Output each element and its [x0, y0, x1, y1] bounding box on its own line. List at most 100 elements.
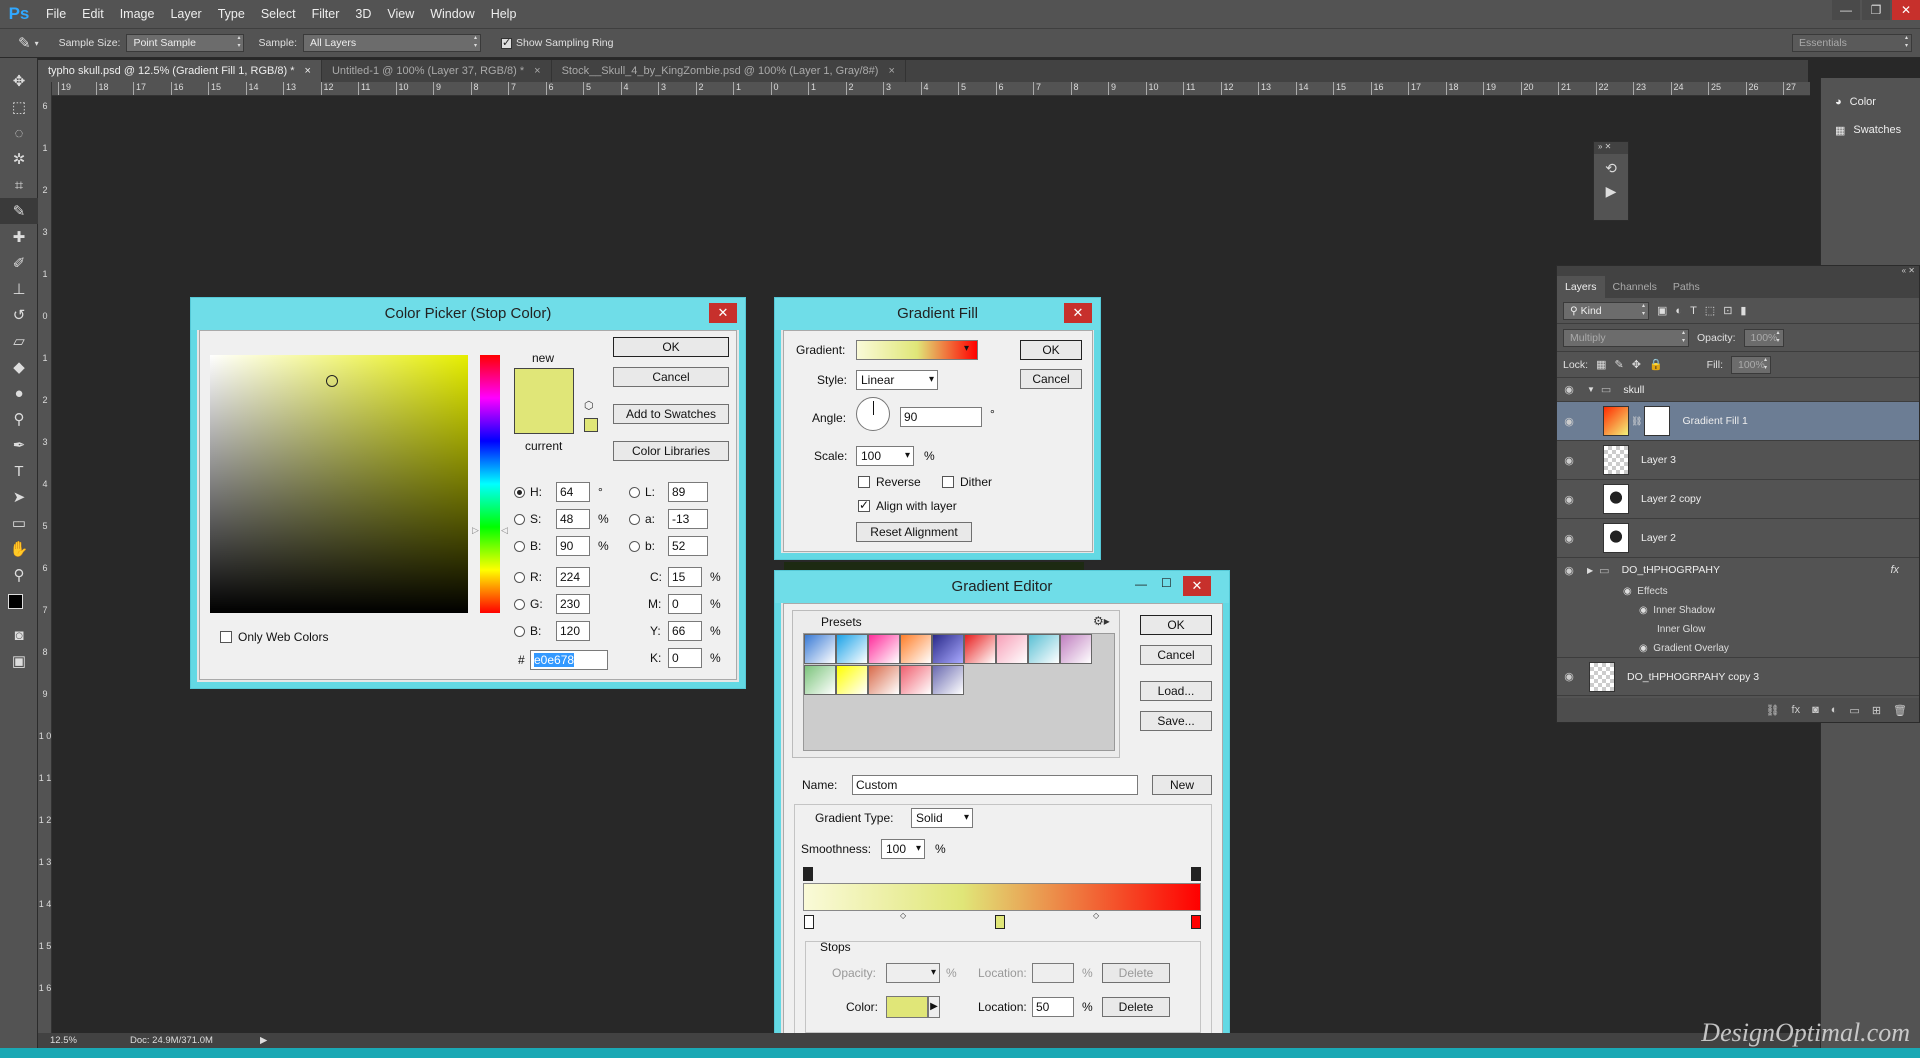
workspace-select[interactable]: Essentials	[1792, 34, 1912, 52]
history-brush-icon[interactable]: ↺	[0, 302, 38, 328]
crop-tool-icon[interactable]: ⌗	[0, 172, 38, 198]
dock-color[interactable]: ◕ Color	[1821, 88, 1920, 116]
reverse-checkbox[interactable]	[858, 476, 870, 488]
new-group-icon[interactable]: ▭	[1849, 704, 1859, 717]
sample-select[interactable]: All Layers	[303, 34, 481, 52]
preset-swatch[interactable]	[900, 665, 932, 695]
paint-bucket-icon[interactable]: ◆	[0, 354, 38, 380]
stamp-tool-icon[interactable]: ⊥	[0, 276, 38, 302]
saturation-input[interactable]: 48	[556, 509, 590, 529]
preset-swatch[interactable]	[932, 665, 964, 695]
eraser-tool-icon[interactable]: ▱	[0, 328, 38, 354]
document-tab[interactable]: Stock__Skull_4_by_KingZombie.psd @ 100% …	[551, 60, 906, 82]
green-input[interactable]: 230	[556, 594, 590, 614]
layer-item[interactable]: ◉ DO_tHPHOGRPAHY copy 3	[1557, 658, 1919, 696]
color-location-input[interactable]: 50	[1032, 997, 1074, 1017]
hue-input[interactable]: 64	[556, 482, 590, 502]
healing-brush-icon[interactable]: ✚	[0, 224, 38, 250]
zoom-level[interactable]: 12.5%	[50, 1035, 110, 1046]
opacity-location-input[interactable]	[1032, 963, 1074, 983]
type-filter-icon[interactable]: T	[1690, 305, 1697, 317]
dodge-tool-icon[interactable]: ⚲	[0, 406, 38, 432]
eye-icon[interactable]: ◉	[1639, 605, 1653, 616]
chevron-down-icon[interactable]: ▾	[35, 39, 39, 48]
cancel-button[interactable]: Cancel	[1140, 645, 1212, 665]
menu-file[interactable]: File	[38, 0, 74, 28]
quick-mask-icon[interactable]: ◙	[0, 622, 38, 648]
delete-color-stop-button[interactable]: Delete	[1102, 997, 1170, 1017]
menu-3d[interactable]: 3D	[347, 0, 379, 28]
close-icon[interactable]: ✕	[709, 303, 737, 323]
cancel-button[interactable]: Cancel	[613, 367, 729, 387]
preset-swatch[interactable]	[900, 634, 932, 664]
style-select[interactable]: Linear	[856, 370, 938, 390]
hue-marker-icon[interactable]: ◁	[501, 525, 508, 536]
new-layer-icon[interactable]: ⊞	[1872, 704, 1881, 717]
document-tab[interactable]: Untitled-1 @ 100% (Layer 37, RGB/8) * ×	[321, 60, 552, 82]
eyedropper-icon[interactable]: ✎	[18, 34, 31, 52]
ok-button[interactable]: OK	[613, 337, 729, 357]
kind-filter[interactable]: ⚲ Kind	[1563, 301, 1649, 320]
color-target-icon[interactable]	[326, 375, 338, 387]
lock-paint-icon[interactable]: ✎	[1615, 358, 1624, 371]
fill-field[interactable]: 100%	[1731, 355, 1771, 374]
layer-item[interactable]: ◉ Layer 2	[1557, 519, 1919, 558]
delete-opacity-stop-button[interactable]: Delete	[1102, 963, 1170, 983]
lab-b-input[interactable]: 52	[668, 536, 708, 556]
preset-swatch[interactable]	[868, 665, 900, 695]
brightness-input[interactable]: 90	[556, 536, 590, 556]
h-radio[interactable]	[514, 487, 525, 498]
dock-swatches[interactable]: ▦ Swatches	[1821, 116, 1920, 144]
ok-button[interactable]: OK	[1140, 615, 1212, 635]
eye-icon[interactable]: ◉	[1557, 415, 1581, 428]
l-input[interactable]: 89	[668, 482, 708, 502]
midpoint-icon[interactable]: ◇	[900, 911, 906, 920]
l-radio[interactable]	[629, 487, 640, 498]
foreground-color[interactable]	[8, 594, 23, 609]
history-icon[interactable]: ⟲	[1594, 160, 1628, 177]
eye-icon[interactable]: ◉	[1557, 670, 1581, 683]
only-web-colors-checkbox[interactable]	[220, 631, 232, 643]
menu-filter[interactable]: Filter	[304, 0, 348, 28]
effect-inner-glow[interactable]: Inner Glow	[1557, 620, 1919, 639]
preset-swatch[interactable]	[804, 665, 836, 695]
hue-marker-icon[interactable]: ▷	[472, 525, 479, 536]
menu-select[interactable]: Select	[253, 0, 304, 28]
chevron-down-icon[interactable]: ▾	[964, 343, 969, 354]
path-select-icon[interactable]: ➤	[0, 484, 38, 510]
save-button[interactable]: Save...	[1140, 711, 1212, 731]
tab-layers[interactable]: Layers	[1557, 276, 1605, 298]
effect-gradient-overlay[interactable]: ◉ Gradient Overlay	[1557, 639, 1919, 658]
gradient-swatch[interactable]	[856, 340, 978, 360]
hand-tool-icon[interactable]: ✋	[0, 536, 38, 562]
smoothness-input[interactable]: 100	[881, 839, 925, 859]
rectangle-tool-icon[interactable]: ▭	[0, 510, 38, 536]
tab-close-icon[interactable]: ×	[888, 60, 894, 82]
reset-alignment-button[interactable]: Reset Alignment	[856, 522, 972, 542]
magic-wand-icon[interactable]: ✲	[0, 146, 38, 172]
a-radio[interactable]	[629, 514, 640, 525]
link-layers-icon[interactable]: ⛓	[1766, 704, 1780, 717]
fx-icon[interactable]: fx	[1890, 564, 1899, 576]
play-icon[interactable]: ▶	[928, 996, 940, 1018]
tab-close-icon[interactable]: ×	[534, 60, 540, 82]
eye-icon[interactable]: ◉	[1639, 643, 1653, 654]
black-input[interactable]: 0	[668, 648, 702, 668]
eye-icon[interactable]: ◉	[1557, 532, 1581, 545]
stop-opacity-input[interactable]	[886, 963, 940, 983]
lock-position-icon[interactable]: ✥	[1632, 358, 1641, 371]
brush-tool-icon[interactable]: ✐	[0, 250, 38, 276]
preset-swatch[interactable]	[1028, 634, 1060, 664]
angle-input[interactable]: 90	[900, 407, 982, 427]
expand-icon[interactable]: ▼	[1587, 385, 1595, 394]
eye-icon[interactable]: ◉	[1557, 383, 1581, 396]
image-filter-icon[interactable]: ▣	[1657, 304, 1667, 317]
magenta-input[interactable]: 0	[668, 594, 702, 614]
menu-edit[interactable]: Edit	[74, 0, 112, 28]
yellow-input[interactable]: 66	[668, 621, 702, 641]
filter-toggle-icon[interactable]: ▮	[1740, 304, 1746, 317]
adjust-filter-icon[interactable]: ◐	[1675, 305, 1682, 317]
load-button[interactable]: Load...	[1140, 681, 1212, 701]
move-tool-icon[interactable]: ✥	[0, 68, 38, 94]
a-input[interactable]: -13	[668, 509, 708, 529]
